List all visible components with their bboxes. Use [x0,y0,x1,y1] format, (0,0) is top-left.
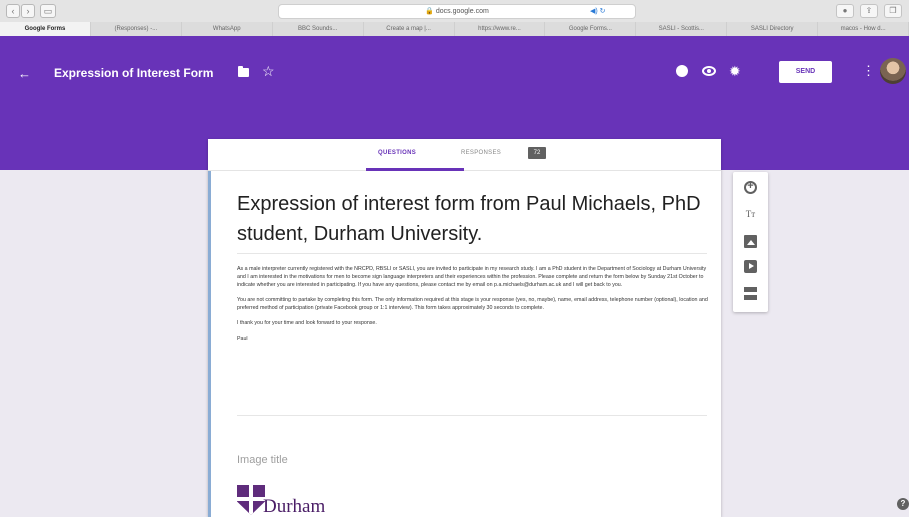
audio-playing-icon[interactable]: ◀) ↻ [590,4,606,19]
share-icon[interactable]: ⇪ [860,4,878,18]
browser-tab[interactable]: SASLI - Scottis... [636,22,728,36]
avatar[interactable] [880,58,906,84]
heading-divider [237,253,707,254]
palette-icon[interactable] [676,65,688,77]
lock-icon: 🔒 [425,8,434,15]
extension-icon[interactable]: ● [836,4,854,18]
browser-chrome: ‹ › ▭ 🔒 docs.google.com ◀) ↻ ● ⇪ ❐ Googl… [0,0,909,36]
browser-tab[interactable]: Google Forms... [545,22,637,36]
back-arrow-icon[interactable]: ← [18,66,31,81]
add-video-icon[interactable] [744,260,757,273]
description-paragraph: You are not committing to partake by com… [237,296,708,311]
form-description[interactable]: As a male interpreter currently register… [237,266,709,351]
browser-tab[interactable]: macos - How d... [818,22,909,36]
browser-tab-strip: Google Forms (Responses) -... WhatsApp B… [0,22,909,36]
description-signature: Paul [237,335,248,342]
add-question-icon[interactable] [744,180,757,194]
browser-tab[interactable]: SASLI Directory [727,22,819,36]
address-text: docs.google.com [435,8,489,15]
browser-tab[interactable]: https://www.re... [454,22,546,36]
star-icon[interactable]: ☆ [262,63,275,80]
image-title-field[interactable]: Image title [237,454,288,466]
tabs-overview-icon[interactable]: ❐ [884,4,902,18]
form-editor-card: QUESTIONS RESPONSES 72 Expression of int… [208,139,721,517]
add-section-icon[interactable] [744,287,757,300]
tab-responses[interactable]: RESPONSES [461,150,501,156]
address-bar[interactable]: 🔒 docs.google.com [278,4,636,19]
form-header-section[interactable]: Expression of interest form from Paul Mi… [208,171,721,517]
preview-eye-icon[interactable] [702,66,716,76]
add-title-icon[interactable]: Tт [744,208,757,221]
more-vert-icon[interactable]: ⋮ [862,63,875,79]
form-title[interactable]: Expression of Interest Form [54,66,213,80]
description-divider [237,415,707,416]
browser-tab[interactable]: Google Forms [0,22,91,36]
responses-count-badge: 72 [528,147,546,159]
back-nav-icon[interactable]: ‹ [6,4,20,18]
tab-questions[interactable]: QUESTIONS [378,150,416,156]
durham-crest-icon [237,485,265,515]
browser-tab[interactable]: Create a map |... [363,22,455,36]
browser-tab[interactable]: WhatsApp [181,22,273,36]
durham-logo-text: Durham [263,496,326,517]
help-icon[interactable]: ? [897,498,909,510]
editor-tabs: QUESTIONS RESPONSES 72 [208,139,721,171]
sidebar-toggle-icon[interactable]: ▭ [40,4,56,18]
description-paragraph: As a male interpreter currently register… [237,266,707,288]
form-heading[interactable]: Expression of interest form from Paul Mi… [237,189,707,249]
folder-icon[interactable] [238,66,249,77]
browser-tab[interactable]: (Responses) -... [90,22,182,36]
gear-icon[interactable]: ✹ [729,64,741,78]
forward-nav-icon[interactable]: › [21,4,35,18]
browser-toolbar: ‹ › ▭ 🔒 docs.google.com ◀) ↻ ● ⇪ ❐ [0,0,909,22]
add-item-toolbar: Tт [733,172,768,312]
send-button[interactable]: SEND [779,61,832,83]
add-image-icon[interactable] [744,235,757,248]
description-paragraph: I thank you for your time and look forwa… [237,320,377,327]
browser-tab[interactable]: BBC Sounds... [272,22,364,36]
durham-logo: Durham [237,485,367,517]
